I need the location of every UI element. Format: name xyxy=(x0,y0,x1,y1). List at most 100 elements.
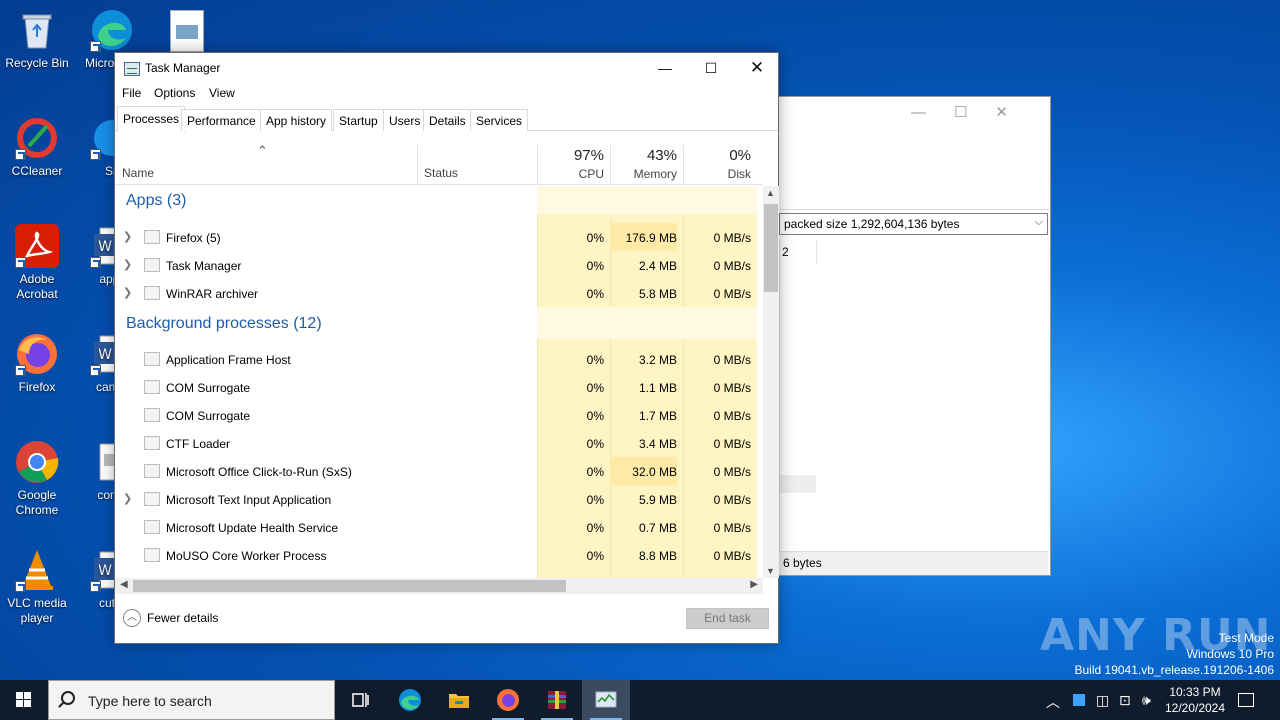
vertical-scrollbar[interactable]: ▲ ▼ xyxy=(763,186,779,578)
process-row[interactable]: CTF Loader 0% 3.4 MB 0 MB/s xyxy=(115,429,757,457)
process-memory: 5.9 MB xyxy=(638,493,677,507)
meet-now-icon[interactable]: ◫ xyxy=(1096,692,1109,709)
ccleaner-icon xyxy=(15,116,59,160)
desktop-icon-label: Adobe Acrobat xyxy=(16,272,58,301)
cpu-total-percent: 97% xyxy=(573,147,604,164)
process-name: MoUSO Core Worker Process xyxy=(166,549,327,563)
path-combo[interactable]: packed size 1,292,604,136 bytes ⌵ xyxy=(779,213,1048,235)
process-row[interactable]: MoUSO Core Worker Process 0% 8.8 MB 0 MB… xyxy=(115,541,757,569)
process-row[interactable]: Application Frame Host 0% 3.2 MB 0 MB/s xyxy=(115,345,757,373)
background-window[interactable]: —☐✕ packed size 1,292,604,136 bytes ⌵ 2 … xyxy=(760,96,1051,576)
volume-icon[interactable]: 🕪 xyxy=(1142,692,1151,709)
desktop-icon-google-chrome[interactable]: Google Chrome xyxy=(1,440,73,518)
process-row[interactable]: ❯ Task Manager 0% 2.4 MB 0 MB/s xyxy=(115,251,757,279)
title-bar[interactable]: Task Manager — ☐ ✕ xyxy=(115,53,778,83)
expand-chevron-icon[interactable]: ❯ xyxy=(123,230,132,243)
taskbar-search-box[interactable]: Type here to search xyxy=(48,680,335,720)
scrollbar-thumb[interactable] xyxy=(133,580,566,592)
desktop-icon-ccleaner[interactable]: CCleaner xyxy=(1,116,73,179)
desktop-icon-vlc[interactable]: VLC media player xyxy=(1,548,73,626)
desktop-icon-firefox[interactable]: Firefox xyxy=(1,332,73,395)
fewer-details-button[interactable]: ︿ Fewer details xyxy=(123,609,218,627)
taskbar-file-explorer[interactable] xyxy=(435,680,483,720)
cpu-column-label: CPU xyxy=(578,167,604,181)
file-list[interactable]: 2 xyxy=(779,239,1048,551)
process-memory: 32.0 MB xyxy=(610,457,677,485)
process-name: COM Surrogate xyxy=(166,381,251,395)
menu-file[interactable]: File xyxy=(122,86,141,100)
expand-chevron-icon[interactable]: ❯ xyxy=(123,492,132,505)
minimize-button[interactable]: — xyxy=(642,53,688,83)
maximize-button[interactable]: ☐ xyxy=(688,53,734,83)
taskbar-winrar[interactable] xyxy=(533,680,581,720)
tray-app-icon[interactable] xyxy=(1073,694,1085,706)
process-list[interactable]: Apps (3) ❯ Firefox (5) 0% 176.9 MB 0 MB/… xyxy=(115,186,757,578)
process-name: Microsoft Update Health Service xyxy=(166,521,339,535)
clock-date: 12/20/2024 xyxy=(1164,701,1226,715)
edge-icon xyxy=(90,8,134,52)
tab-services[interactable]: Services xyxy=(470,109,529,131)
process-icon xyxy=(144,548,160,562)
process-memory: 3.2 MB xyxy=(638,353,677,367)
disk-column-label: Disk xyxy=(727,167,751,181)
process-row[interactable]: Microsoft Office Click-to-Run (SxS) 0% 3… xyxy=(115,457,757,485)
expand-chevron-icon[interactable]: ❯ xyxy=(123,258,132,271)
column-header-disk[interactable]: 0% Disk xyxy=(683,145,757,185)
svg-text:W: W xyxy=(98,239,112,255)
shortcut-arrow-icon xyxy=(90,257,101,268)
column-header-name[interactable]: Name xyxy=(122,166,154,180)
column-header-status[interactable]: Status xyxy=(417,145,537,185)
firefox-icon xyxy=(497,689,519,711)
tab-startup[interactable]: Startup xyxy=(333,109,384,131)
process-row[interactable]: COM Surrogate 0% 1.1 MB 0 MB/s xyxy=(115,373,757,401)
selected-row[interactable] xyxy=(780,475,816,493)
scrollbar-thumb[interactable] xyxy=(764,204,778,292)
recycle-bin-icon xyxy=(15,8,59,52)
group-title-apps: Apps (3) xyxy=(126,192,187,209)
scroll-up-icon[interactable]: ▲ xyxy=(766,188,775,198)
process-cpu: 0% xyxy=(586,231,604,245)
desktop-icon-adobe-acrobat[interactable]: Adobe Acrobat xyxy=(1,224,73,302)
column-header-memory[interactable]: 43% Memory xyxy=(610,145,683,185)
menu-options[interactable]: Options xyxy=(154,86,195,100)
task-manager-window[interactable]: Task Manager — ☐ ✕ File Options View Pro… xyxy=(114,52,779,644)
edge-icon xyxy=(399,689,421,711)
scroll-left-icon[interactable]: ◀ xyxy=(120,579,128,590)
process-disk: 0 MB/s xyxy=(713,465,751,479)
start-button[interactable] xyxy=(0,680,48,720)
scroll-right-icon[interactable]: ▶ xyxy=(750,579,758,590)
tab-processes[interactable]: Processes xyxy=(117,106,186,132)
taskbar-edge[interactable] xyxy=(386,680,434,720)
process-row[interactable]: COM Surrogate 0% 1.7 MB 0 MB/s xyxy=(115,401,757,429)
tab-performance[interactable]: Performance xyxy=(181,109,262,131)
process-cpu: 0% xyxy=(586,381,604,395)
notification-icon[interactable] xyxy=(1238,693,1254,707)
close-button[interactable]: ✕ xyxy=(734,53,780,83)
process-row[interactable]: ❯ WinRAR archiver 0% 5.8 MB 0 MB/s xyxy=(115,279,757,307)
taskbar-firefox[interactable] xyxy=(484,680,532,720)
taskbar-clock[interactable]: 10:33 PM 12/20/2024 xyxy=(1160,684,1230,716)
menu-view[interactable]: View xyxy=(209,86,235,100)
expand-chevron-icon[interactable]: ❯ xyxy=(123,286,132,299)
end-task-button[interactable]: End task xyxy=(686,608,769,629)
shortcut-arrow-icon xyxy=(90,365,101,376)
tab-app-history[interactable]: App history xyxy=(260,109,333,131)
tab-users[interactable]: Users xyxy=(383,109,427,131)
process-row[interactable]: Microsoft Update Health Service 0% 0.7 M… xyxy=(115,513,757,541)
taskbar-task-manager[interactable] xyxy=(582,680,630,720)
network-icon[interactable]: ⊡ xyxy=(1119,692,1131,709)
process-row[interactable]: ❯ Firefox (5) 0% 176.9 MB 0 MB/s xyxy=(115,223,757,251)
process-disk: 0 MB/s xyxy=(713,259,751,273)
process-memory: 3.4 MB xyxy=(638,437,677,451)
task-view-button[interactable] xyxy=(336,680,384,720)
horizontal-scrollbar[interactable]: ◀ ▶ xyxy=(115,578,763,594)
show-hidden-icons-icon[interactable]: ︿ xyxy=(1046,692,1060,712)
desktop-icon-recycle-bin[interactable]: Recycle Bin xyxy=(1,8,73,71)
column-header-cpu[interactable]: 97% CPU xyxy=(537,145,610,185)
process-row[interactable]: ❯ Microsoft Text Input Application 0% 5.… xyxy=(115,485,757,513)
scroll-down-icon[interactable]: ▼ xyxy=(766,566,775,576)
chevron-down-icon[interactable]: ⌵ xyxy=(1035,216,1043,229)
process-name: Application Frame Host xyxy=(166,353,291,367)
desktop-icon-image-file[interactable] xyxy=(170,10,204,52)
tab-details[interactable]: Details xyxy=(423,109,472,131)
